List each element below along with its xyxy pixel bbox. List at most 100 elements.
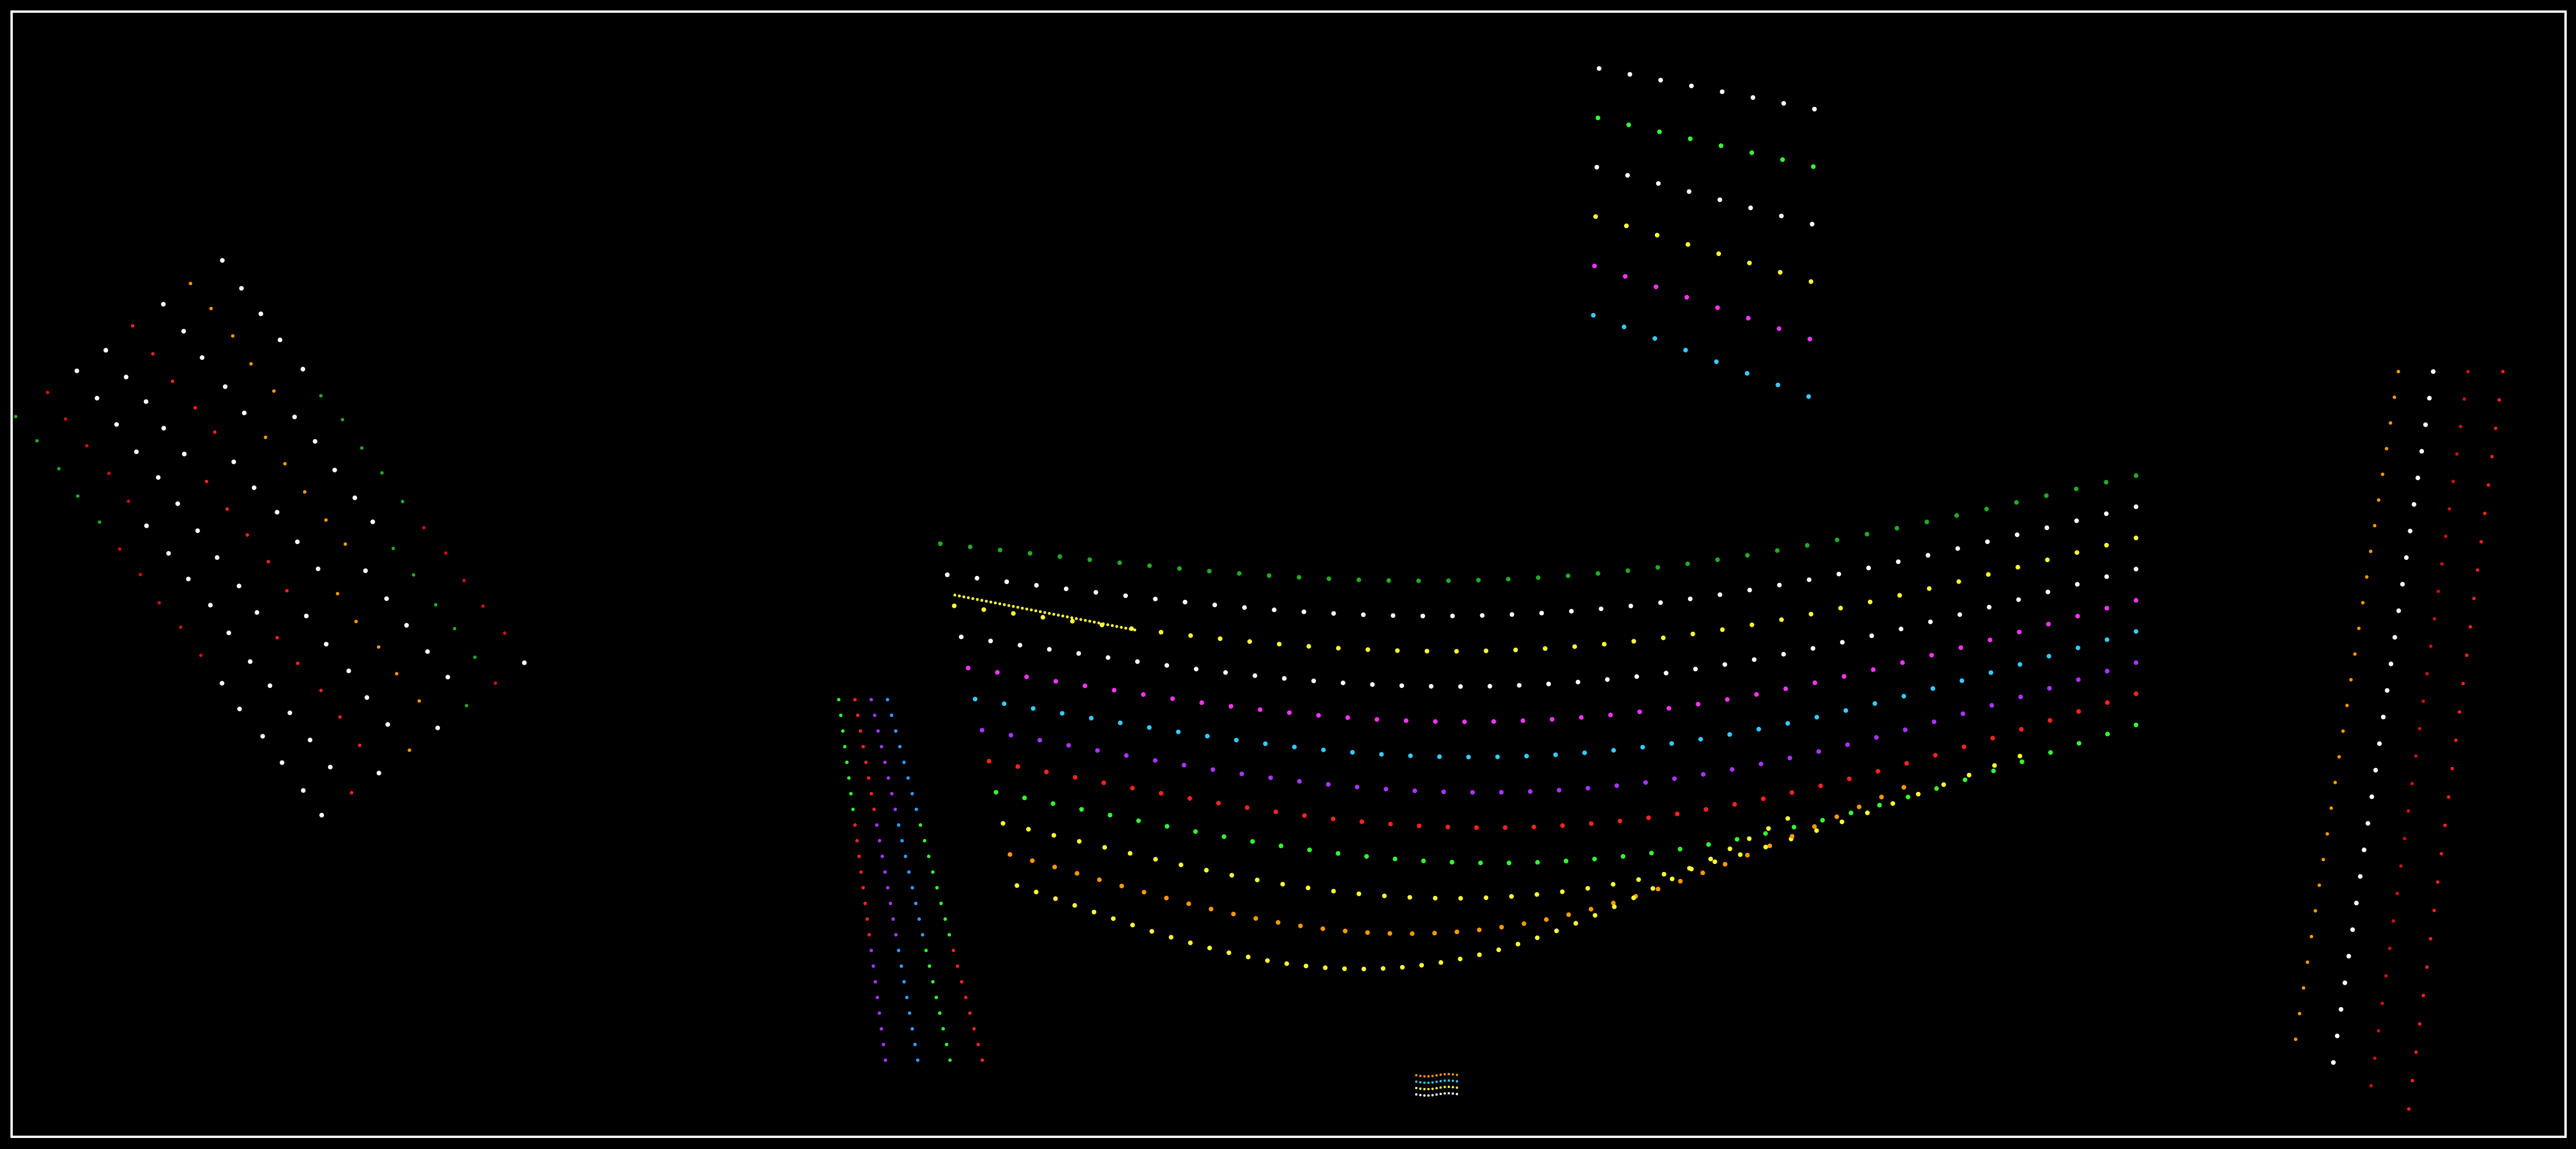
point bbox=[1869, 633, 1874, 638]
point bbox=[1564, 859, 1568, 863]
point bbox=[2373, 1056, 2377, 1060]
point bbox=[493, 681, 497, 685]
point bbox=[1060, 711, 1065, 716]
point bbox=[1596, 116, 1600, 120]
point bbox=[2466, 370, 2470, 373]
point bbox=[2415, 476, 2420, 481]
point bbox=[928, 964, 932, 968]
point bbox=[407, 748, 412, 752]
point bbox=[1477, 927, 1482, 932]
point bbox=[1365, 647, 1370, 652]
point bbox=[1961, 744, 1967, 750]
point bbox=[1130, 923, 1135, 928]
point bbox=[343, 542, 347, 546]
point bbox=[1018, 643, 1023, 648]
point bbox=[2134, 567, 2138, 572]
point bbox=[138, 572, 142, 577]
point bbox=[1395, 648, 1400, 653]
point bbox=[2074, 582, 2080, 587]
point bbox=[1199, 700, 1204, 705]
point bbox=[1628, 603, 1633, 608]
point bbox=[1685, 561, 1690, 567]
point bbox=[1614, 783, 1619, 788]
point bbox=[425, 649, 430, 654]
point bbox=[319, 394, 323, 398]
point bbox=[879, 1027, 883, 1031]
point bbox=[277, 337, 283, 343]
point bbox=[1350, 750, 1355, 755]
point bbox=[2104, 574, 2109, 579]
point bbox=[1452, 1086, 1454, 1089]
point bbox=[2501, 370, 2505, 373]
point bbox=[1456, 1074, 1458, 1076]
point bbox=[1280, 881, 1285, 887]
point bbox=[976, 1043, 980, 1046]
point bbox=[1445, 824, 1451, 830]
point bbox=[1115, 625, 1119, 628]
point bbox=[208, 603, 213, 608]
point bbox=[1758, 761, 1763, 766]
point bbox=[1218, 636, 1223, 642]
point bbox=[2408, 528, 2413, 534]
point bbox=[894, 729, 898, 733]
point bbox=[938, 541, 943, 546]
point bbox=[1097, 877, 1102, 883]
point bbox=[882, 1043, 885, 1046]
point bbox=[1383, 787, 1388, 792]
point bbox=[1649, 851, 1654, 856]
point bbox=[953, 593, 957, 597]
point bbox=[220, 258, 225, 263]
point bbox=[841, 729, 845, 733]
point bbox=[1990, 736, 1995, 741]
point bbox=[1987, 604, 1991, 610]
point bbox=[853, 698, 857, 701]
point bbox=[1051, 833, 1056, 838]
point bbox=[1776, 383, 1780, 387]
point bbox=[1452, 1092, 1454, 1095]
point bbox=[958, 595, 961, 597]
point bbox=[1864, 532, 1870, 536]
point bbox=[1356, 891, 1362, 896]
point bbox=[1866, 566, 1871, 571]
point bbox=[1554, 928, 1559, 934]
point bbox=[2494, 426, 2498, 430]
point bbox=[1640, 744, 1645, 750]
point bbox=[401, 499, 405, 503]
point bbox=[209, 307, 213, 311]
point bbox=[1255, 877, 1260, 883]
point bbox=[319, 813, 324, 817]
point bbox=[2497, 398, 2501, 402]
point bbox=[851, 808, 855, 811]
point bbox=[1683, 348, 1688, 352]
point bbox=[1655, 565, 1660, 570]
point bbox=[2134, 504, 2138, 509]
point bbox=[2345, 704, 2349, 707]
point bbox=[2440, 562, 2444, 566]
point bbox=[2391, 919, 2395, 923]
point bbox=[2490, 455, 2494, 459]
point bbox=[2447, 795, 2451, 799]
point bbox=[1790, 790, 1795, 795]
point bbox=[1074, 871, 1080, 876]
point bbox=[2361, 601, 2365, 605]
point bbox=[2384, 446, 2389, 451]
point bbox=[1720, 89, 1724, 94]
point bbox=[1164, 663, 1170, 668]
point bbox=[1688, 596, 1693, 601]
point bbox=[1785, 816, 1790, 821]
point bbox=[1625, 173, 1630, 178]
point bbox=[118, 547, 122, 551]
point bbox=[1787, 755, 1792, 761]
point bbox=[2134, 660, 2138, 665]
point bbox=[1903, 727, 1908, 732]
point bbox=[2399, 864, 2403, 868]
point bbox=[1431, 1075, 1434, 1078]
point bbox=[249, 362, 253, 366]
point bbox=[1724, 697, 1730, 702]
point bbox=[1658, 600, 1663, 605]
point bbox=[1168, 935, 1174, 940]
point bbox=[1835, 537, 1839, 542]
point bbox=[2380, 1002, 2384, 1006]
point bbox=[1439, 1080, 1442, 1083]
point bbox=[2384, 974, 2388, 978]
